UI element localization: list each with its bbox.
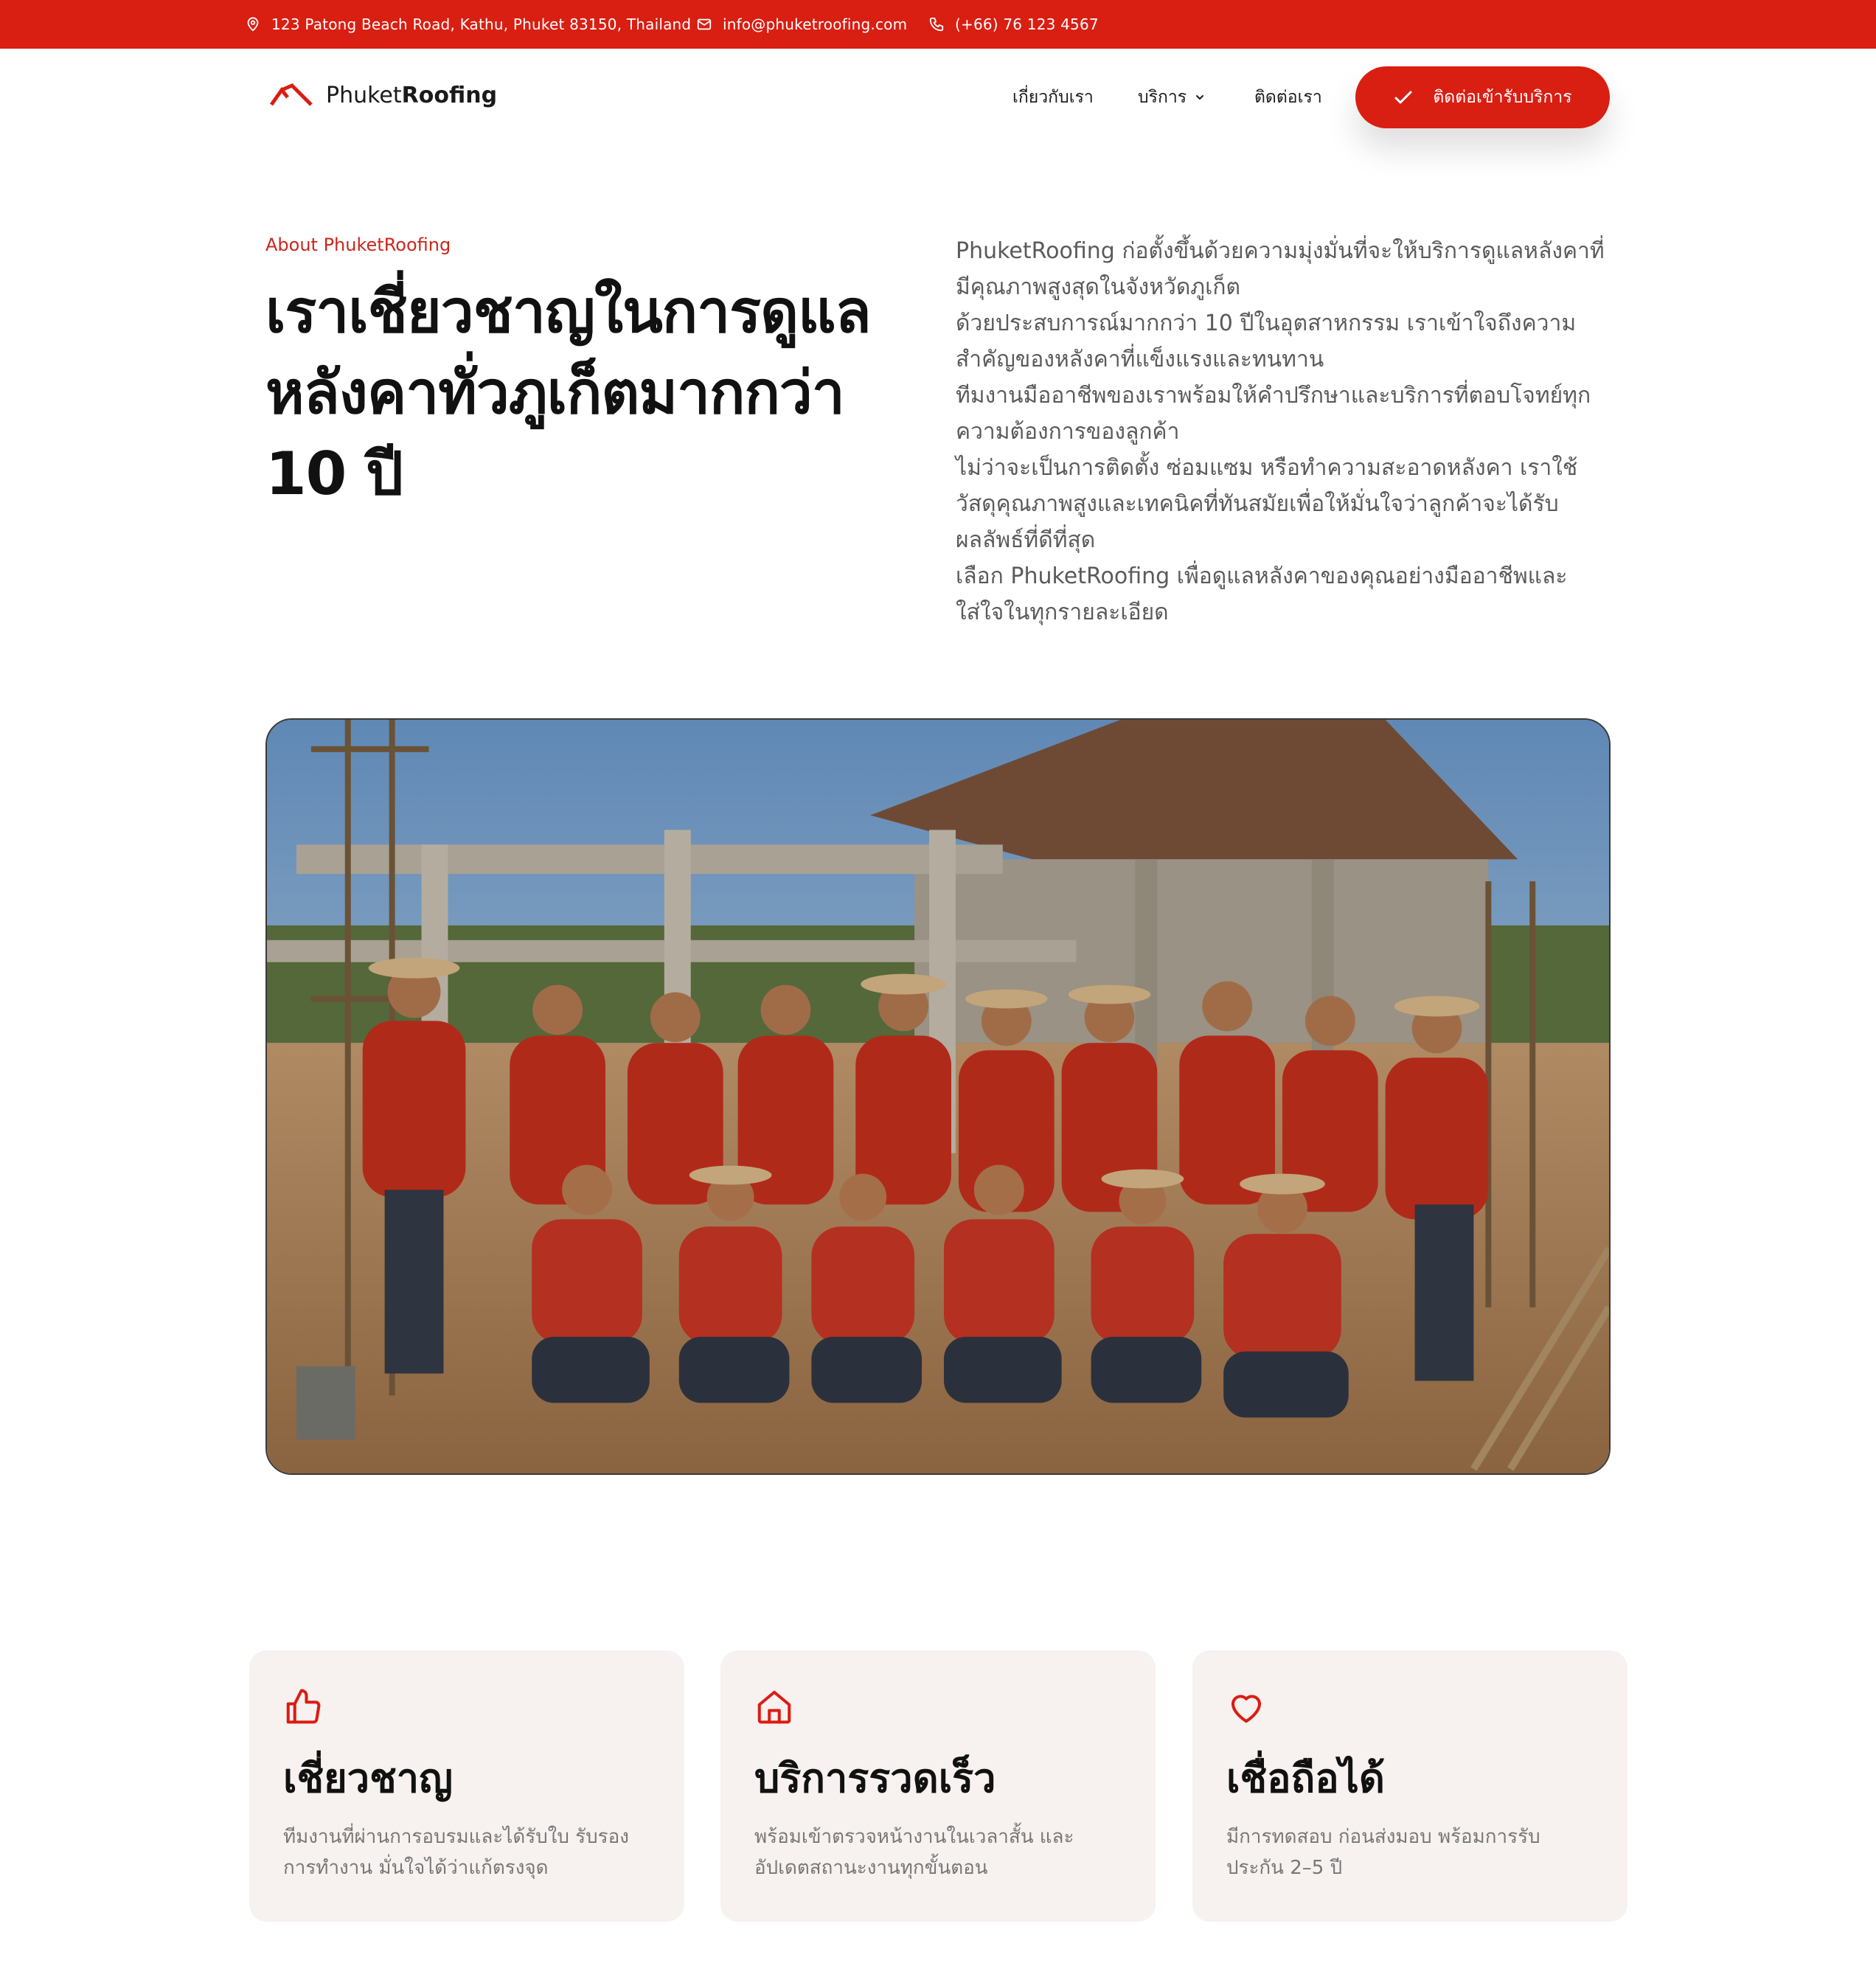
home-icon [757,1690,791,1724]
feature-description: ทีมงานที่ผ่านการอบรมและได้รับใบ รับรองกา… [283,1826,629,1879]
feature-title: เชี่ยวชาญ [283,1755,454,1802]
top-info-bar: 123 Patong Beach Road, Kathu, Phuket 831… [0,0,1876,49]
nav-services-label: บริการ [1138,88,1187,107]
section-eyebrow: About PhuketRoofing [265,235,451,255]
cta-label: ติดต่อเข้ารับบริการ [1433,88,1572,107]
feature-title: บริการรวดเร็ว [754,1755,996,1802]
brand-light: Phuket [326,82,402,108]
headline-line: 10 ปี [265,440,403,508]
nav-about[interactable]: เกี่ยวกับเรา [1012,84,1094,111]
envelope-icon [697,18,712,30]
about-paragraph: ด้วยประสบการณ์มากกว่า 10 ปีในอุตสาหกรรม … [956,310,1577,372]
feature-description: มีการทดสอบ ก่อนส่งมอบ พร้อมการรับประกัน … [1226,1826,1540,1879]
feature-description: พร้อมเข้าตรวจหน้างานในเวลาสั้น และอัปเดต… [754,1826,1074,1879]
feature-card-expertise: เชี่ยวชาญ ทีมงานที่ผ่านการอบรมและได้รับใ… [249,1650,684,1922]
heart-icon [1231,1695,1262,1723]
thumbs-up-icon [286,1689,321,1724]
headline-line: หลังคาทั่วภูเก็ตมากกว่า [265,358,845,427]
headline-line: เราเชี่ยวชาญในการดูแล [265,277,872,346]
chevron-down-icon [1196,95,1204,100]
about-paragraph: ไม่ว่าจะเป็นการติดตั้ง ซ่อมแซม หรือทำควา… [956,455,1578,553]
about-paragraph: PhuketRoofing ก่อตั้งขึ้นด้วยความมุ่งมั่… [956,238,1605,300]
nav-services[interactable]: บริการ [1138,84,1206,111]
email-item[interactable]: info@phuketroofing.com [696,0,907,49]
phone-link[interactable]: (+66) 76 123 4567 [955,15,1099,33]
address-item: 123 Patong Beach Road, Kathu, Phuket 831… [245,0,691,49]
email-link[interactable]: info@phuketroofing.com [723,15,907,33]
contact-service-button[interactable]: ติดต่อเข้ารับบริการ [1355,66,1610,128]
nav-contact[interactable]: ติดต่อเรา [1254,84,1322,111]
map-pin-icon [247,17,259,32]
about-paragraph: เลือก PhuketRoofing เพื่อดูแลหลังคาของคุ… [956,563,1568,625]
logo[interactable]: PhuketRoofing [270,77,497,114]
feature-card-fast-service: บริการรวดเร็ว พร้อมเข้าตรวจหน้างานในเวลา… [720,1650,1156,1922]
roof-logo-icon [270,83,313,106]
about-paragraph: ทีมงานมืออาชีพของเราพร้อมให้คำปรึกษาและบ… [956,383,1591,445]
feature-title: เชื่อถือได้ [1226,1755,1385,1802]
team-photo [265,718,1611,1475]
brand-name: PhuketRoofing [326,83,497,108]
site-header: PhuketRoofing เกี่ยวกับเรา บริการ ติดต่อ… [0,49,1876,145]
brand-bold: Roofing [401,82,498,108]
phone-item[interactable]: (+66) 76 123 4567 [928,0,1099,49]
page-title: เราเชี่ยวชาญในการดูแล หลังคาทั่วภูเก็ตมา… [265,271,900,515]
address-text: 123 Patong Beach Road, Kathu, Phuket 831… [271,15,692,33]
feature-card-reliable: เชื่อถือได้ มีการทดสอบ ก่อนส่งมอบ พร้อมก… [1192,1650,1627,1922]
phone-icon [929,17,944,32]
about-description: PhuketRoofing ก่อตั้งขึ้นด้วยความมุ่งมั่… [956,233,1605,631]
check-icon [1394,91,1412,104]
